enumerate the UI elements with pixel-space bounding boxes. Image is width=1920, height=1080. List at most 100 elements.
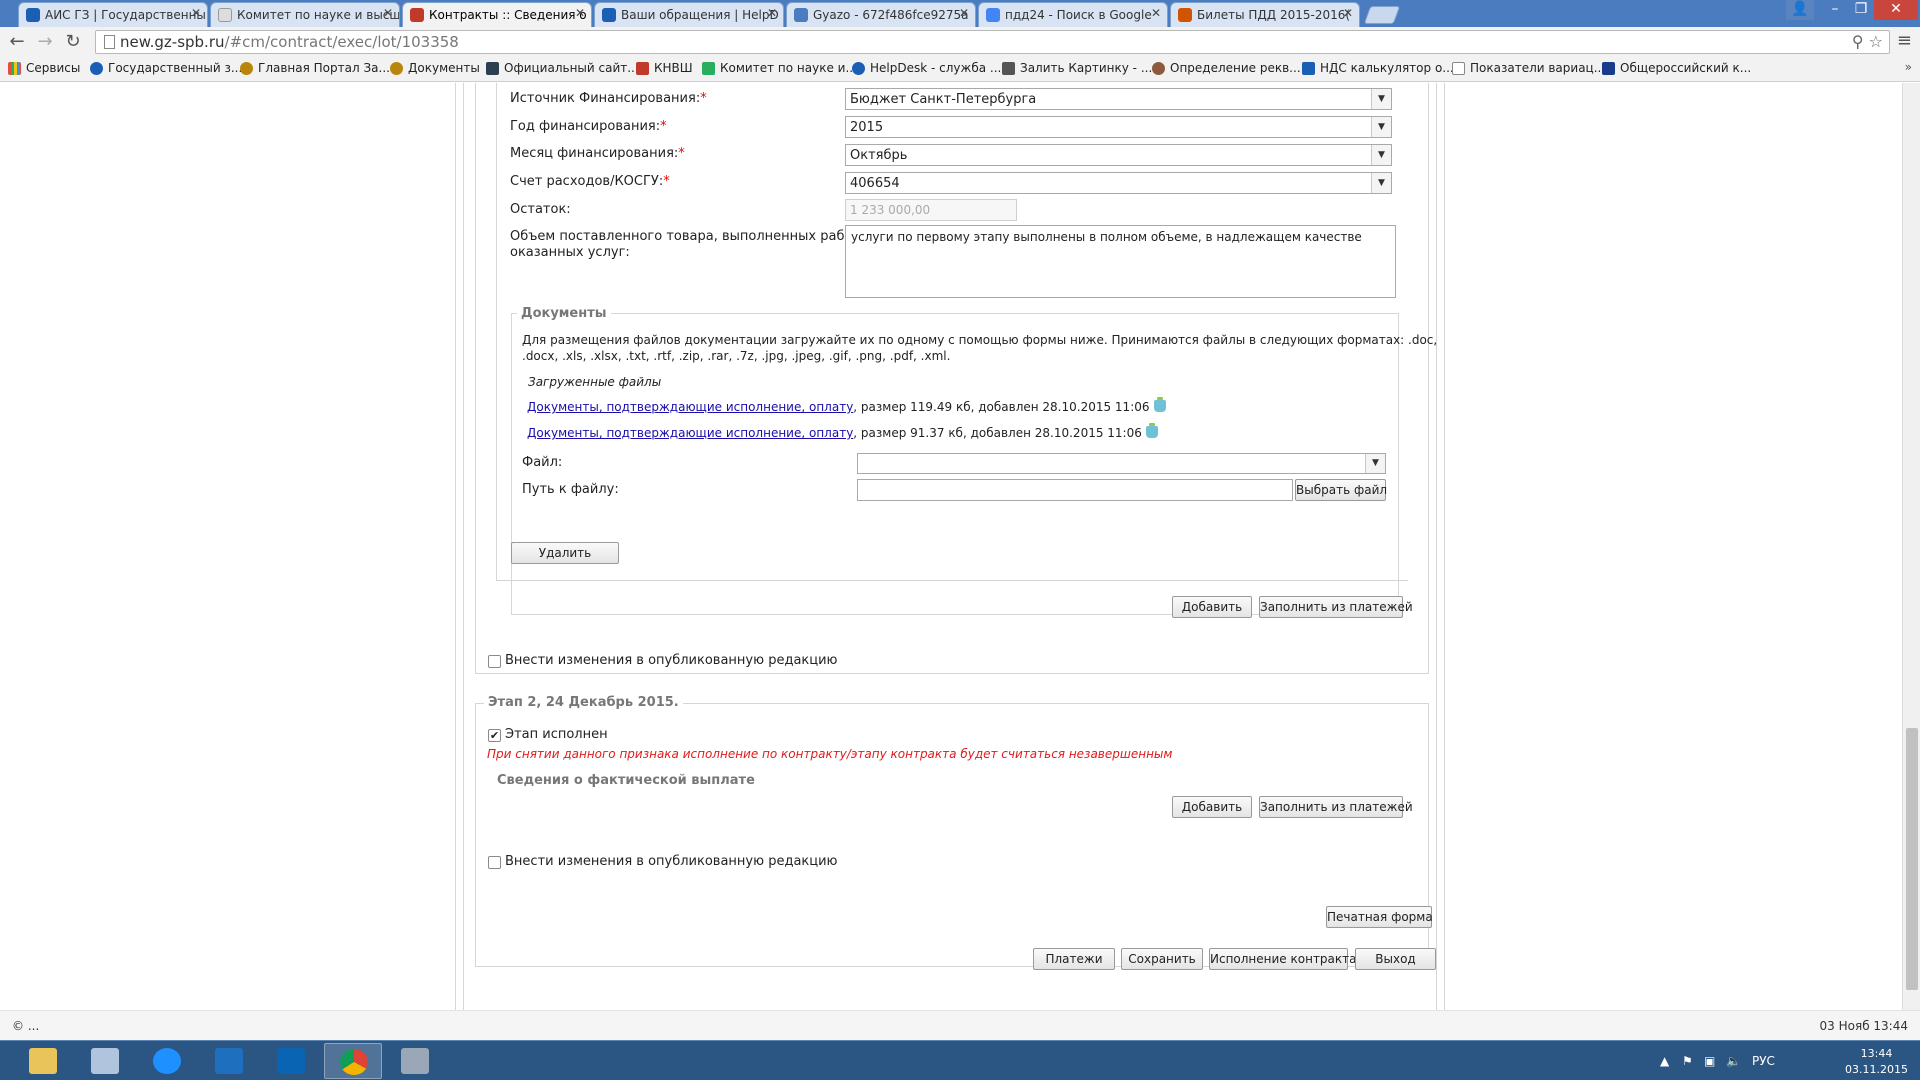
print-form-button[interactable]: Печатная форма <box>1326 906 1433 928</box>
chevron-down-icon[interactable]: ▼ <box>1365 454 1385 473</box>
funding-year-select[interactable]: 2015 ▼ <box>845 116 1392 138</box>
required-mark: * <box>678 146 685 161</box>
account-select[interactable]: 406654 ▼ <box>845 172 1392 194</box>
file-meta: , размер 91.37 кб, добавлен 28.10.2015 1… <box>853 426 1142 440</box>
add-payment-button[interactable]: Добавить <box>1172 596 1252 618</box>
taskbar-app-active[interactable] <box>324 1043 382 1079</box>
chevron-down-icon[interactable]: ▼ <box>1371 145 1391 165</box>
bookmark-item[interactable]: Показатели вариац... <box>1452 61 1605 75</box>
bookmark-label: Общероссийский к... <box>1620 61 1752 75</box>
browser-tab[interactable]: Билеты ПДД 2015-2016(✕ <box>1170 2 1360 27</box>
uploaded-file-row: Документы, подтверждающие исполнение, оп… <box>527 397 1166 414</box>
add-payment-button[interactable]: Добавить <box>1172 796 1252 818</box>
minimize-icon[interactable]: – <box>1822 0 1848 20</box>
clock[interactable]: 13:44 03.11.2015 <box>1845 1046 1908 1078</box>
close-icon[interactable]: ✕ <box>191 6 201 20</box>
file-path-input[interactable] <box>857 479 1293 501</box>
taskbar-app[interactable] <box>76 1043 134 1079</box>
fill-from-payments-button[interactable]: Заполнить из платежей <box>1259 596 1413 618</box>
network-icon[interactable]: ▣ <box>1704 1054 1715 1068</box>
stage-done-checkbox[interactable]: ✔ <box>488 729 501 742</box>
new-tab-button[interactable] <box>1363 6 1401 24</box>
taskbar-app[interactable] <box>386 1043 444 1079</box>
funding-year-label: Год финансирования:* <box>510 119 667 134</box>
browser-tab-active[interactable]: Контракты :: Сведения о ✕ <box>402 2 592 28</box>
bookmark-favicon-icon <box>1152 62 1165 75</box>
forward-icon[interactable]: → <box>34 31 56 53</box>
restore-icon[interactable]: ❐ <box>1848 0 1874 20</box>
exit-button[interactable]: Выход <box>1355 948 1436 970</box>
chevron-down-icon[interactable]: ▼ <box>1371 89 1391 109</box>
bookmark-item[interactable]: Определение рекв... <box>1152 61 1301 75</box>
bookmark-item[interactable]: Официальный сайт... <box>486 61 639 75</box>
bookmark-label: Сервисы <box>26 61 81 75</box>
file-link[interactable]: Документы, подтверждающие исполнение, оп… <box>527 400 853 414</box>
chrome-menu-icon[interactable]: ≡ <box>1897 30 1912 51</box>
contract-execution-button[interactable]: Исполнение контракта <box>1209 948 1357 970</box>
close-icon[interactable]: ✕ <box>1343 6 1353 20</box>
bookmark-item[interactable]: Сервисы <box>8 61 80 75</box>
tab-favicon-icon <box>794 8 808 22</box>
address-bar[interactable]: new.gz-spb.ru/#cm/contract/exec/lot/1033… <box>95 30 1890 54</box>
bookmark-item[interactable]: Главная Портал За... <box>240 61 390 75</box>
browser-tab[interactable]: Ваши обращения | HelpD ✕ <box>594 2 784 27</box>
bookmark-label: HelpDesk - служба ... <box>870 61 1002 75</box>
close-icon[interactable]: ✕ <box>767 6 777 20</box>
close-icon[interactable]: ✕ <box>383 6 393 20</box>
file-link[interactable]: Документы, подтверждающие исполнение, оп… <box>527 426 853 440</box>
taskbar-app[interactable] <box>200 1043 258 1079</box>
tray-expand-icon[interactable]: ▲ <box>1660 1054 1669 1068</box>
browser-tab[interactable]: АИС ГЗ | Государственны ✕ <box>18 2 208 27</box>
publish-changes-checkbox[interactable] <box>488 856 501 869</box>
delete-file-icon[interactable] <box>1145 423 1158 438</box>
back-icon[interactable]: ← <box>6 31 28 53</box>
chevron-down-icon[interactable]: ▼ <box>1371 117 1391 137</box>
bookmark-item[interactable]: НДС калькулятор о... <box>1302 61 1454 75</box>
language-indicator[interactable]: РУС <box>1752 1054 1775 1068</box>
bookmark-item[interactable]: Комитет по науке и... <box>702 61 857 75</box>
publish-changes-checkbox[interactable] <box>488 655 501 668</box>
browser-tab[interactable]: пдд24 - Поиск в Google ✕ <box>978 2 1168 27</box>
fill-from-payments-button[interactable]: Заполнить из платежей <box>1259 796 1413 818</box>
file-meta: , размер 119.49 кб, добавлен 28.10.2015 … <box>853 400 1150 414</box>
bookmarks-overflow-icon[interactable]: » <box>1905 60 1912 74</box>
bookmark-item[interactable]: Государственный з... <box>90 61 242 75</box>
action-center-icon[interactable]: ⚑ <box>1682 1054 1693 1068</box>
choose-file-button[interactable]: Выбрать файл <box>1295 479 1387 501</box>
bookmark-star-icon[interactable]: ☆ <box>1869 32 1883 51</box>
taskbar-app[interactable] <box>14 1043 72 1079</box>
bookmark-item[interactable]: КНВШ <box>636 61 693 75</box>
close-icon[interactable]: ✕ <box>1151 6 1161 20</box>
url-text[interactable]: new.gz-spb.ru/#cm/contract/exec/lot/1033… <box>120 33 459 51</box>
clock-time: 13:44 <box>1860 1047 1893 1060</box>
close-window-icon[interactable]: ✕ <box>1874 0 1918 20</box>
browser-tab[interactable]: Gyazo - 672f486fce9275a ✕ <box>786 2 976 27</box>
payments-button[interactable]: Платежи <box>1033 948 1115 970</box>
taskbar-app[interactable] <box>138 1043 196 1079</box>
taskbar-app[interactable] <box>262 1043 320 1079</box>
browser-tab[interactable]: Комитет по науке и высш ✕ <box>210 2 400 27</box>
reload-icon[interactable]: ↻ <box>62 31 84 53</box>
page-scrollbar[interactable] <box>1902 83 1920 1010</box>
volume-icon[interactable]: 🔈 <box>1726 1054 1741 1068</box>
delete-file-icon[interactable] <box>1153 397 1166 412</box>
close-icon[interactable]: ✕ <box>959 6 969 20</box>
tab-title: пдд24 - Поиск в Google <box>1005 8 1152 22</box>
save-button[interactable]: Сохранить <box>1121 948 1203 970</box>
funding-month-select[interactable]: Октябрь ▼ <box>845 144 1392 166</box>
funding-source-select[interactable]: Бюджет Санкт-Петербурга ▼ <box>845 88 1392 110</box>
file-select[interactable]: ▼ <box>857 453 1386 474</box>
close-icon[interactable]: ✕ <box>575 6 585 20</box>
search-icon[interactable]: ⚲ <box>1852 32 1864 51</box>
outlook-icon <box>277 1048 305 1074</box>
bookmark-item[interactable]: Общероссийский к... <box>1602 61 1751 75</box>
bookmark-item[interactable]: Документы <box>390 61 480 75</box>
user-icon[interactable]: 👤 <box>1786 0 1814 20</box>
chevron-down-icon[interactable]: ▼ <box>1371 173 1391 193</box>
bookmark-item[interactable]: Залить Картинку - ... <box>1002 61 1152 75</box>
scrollbar-thumb[interactable] <box>1906 728 1918 990</box>
remainder-field: 1 233 000,00 <box>845 199 1017 221</box>
volume-textarea[interactable]: услуги по первому этапу выполнены в полн… <box>845 225 1396 298</box>
delete-button[interactable]: Удалить <box>511 542 619 564</box>
bookmark-item[interactable]: HelpDesk - служба ... <box>852 61 1001 75</box>
